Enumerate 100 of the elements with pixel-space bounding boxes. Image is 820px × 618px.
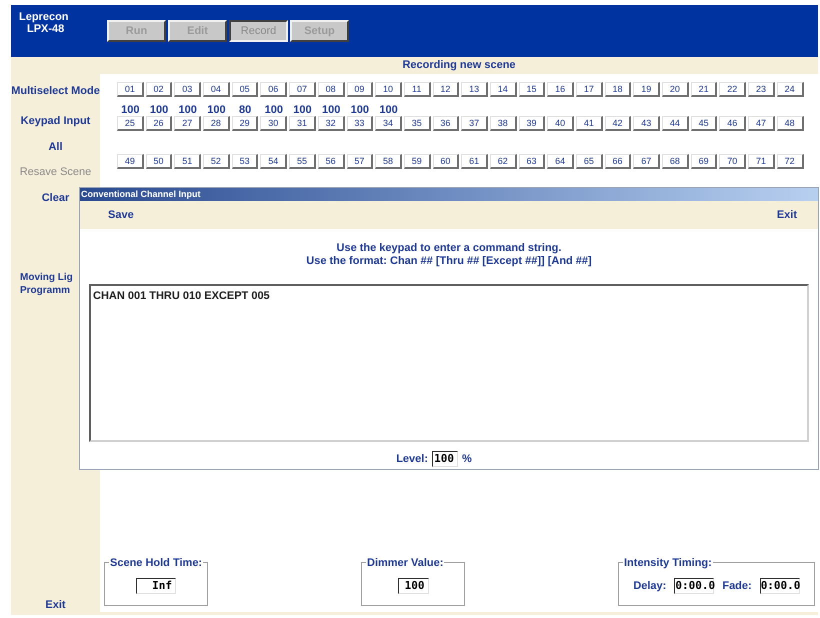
sidebar-item[interactable]: Clear xyxy=(42,192,70,205)
channel-button[interactable]: 63 xyxy=(518,154,546,169)
channel-button[interactable]: 01 xyxy=(117,82,144,97)
channel-button[interactable]: 25 xyxy=(117,116,144,131)
channel-button[interactable]: 32 xyxy=(318,116,344,131)
channel-button[interactable]: 33 xyxy=(346,116,374,131)
channel-button[interactable]: 29 xyxy=(232,116,258,131)
channel-button[interactable]: 28 xyxy=(203,116,230,131)
channel-button[interactable]: 42 xyxy=(604,116,632,131)
sidebar-item[interactable]: All xyxy=(48,141,63,154)
channel-button[interactable]: 06 xyxy=(260,82,288,97)
channel-button[interactable]: 24 xyxy=(776,82,804,97)
channel-level: 100 xyxy=(207,104,226,116)
channel-button[interactable]: 55 xyxy=(289,154,316,169)
channel-button[interactable]: 66 xyxy=(604,154,632,169)
channel-button[interactable]: 17 xyxy=(576,82,603,97)
channel-button[interactable]: 59 xyxy=(404,154,431,169)
channel-button[interactable]: 64 xyxy=(547,154,574,169)
channel-button[interactable]: 34 xyxy=(375,116,402,131)
channel-button[interactable]: 58 xyxy=(375,154,402,169)
channel-button[interactable]: 41 xyxy=(576,116,603,131)
channel-button[interactable]: 21 xyxy=(690,82,718,97)
channel-button[interactable]: 60 xyxy=(432,154,460,169)
channel-button[interactable]: 38 xyxy=(490,116,517,131)
channel-button[interactable]: 16 xyxy=(547,82,574,97)
channel-button[interactable]: 30 xyxy=(260,116,288,131)
channel-button[interactable]: 19 xyxy=(633,82,660,97)
channel-button[interactable]: 23 xyxy=(748,82,775,97)
channel-button[interactable]: 13 xyxy=(461,82,488,97)
channel-level: 100 xyxy=(322,104,340,116)
channel-button[interactable]: 39 xyxy=(518,116,546,131)
channel-button[interactable]: 57 xyxy=(346,154,374,169)
channel-button[interactable]: 56 xyxy=(318,154,344,169)
channel-button[interactable]: 65 xyxy=(576,154,603,169)
channel-button[interactable]: 45 xyxy=(690,116,718,131)
save-button[interactable]: Save xyxy=(108,206,134,224)
channel-button[interactable]: 37 xyxy=(461,116,488,131)
channel-button[interactable]: 03 xyxy=(174,82,202,97)
channel-button[interactable]: 35 xyxy=(404,116,431,131)
channel-button[interactable]: 11 xyxy=(404,82,431,97)
channel-button[interactable]: 61 xyxy=(461,154,488,169)
group-label: Intensity Timing: xyxy=(623,555,713,572)
channel-button[interactable]: 48 xyxy=(776,116,804,131)
channel-level: 80 xyxy=(238,104,252,116)
exit-button[interactable]: Exit xyxy=(45,596,66,613)
channel-button[interactable]: 07 xyxy=(289,82,316,97)
input-field[interactable]: Inf xyxy=(136,578,176,594)
sidebar-item[interactable]: Keypad Input xyxy=(20,115,90,128)
channel-button[interactable]: 44 xyxy=(662,116,689,131)
dialog-title: Conventional Channel Input xyxy=(81,188,200,201)
channel-button[interactable]: 04 xyxy=(203,82,230,97)
channel-button[interactable]: 40 xyxy=(547,116,574,131)
channel-button[interactable]: 69 xyxy=(690,154,718,169)
field-label: % xyxy=(462,452,472,467)
channel-button[interactable]: 08 xyxy=(318,82,344,97)
channel-button[interactable]: 02 xyxy=(146,82,172,97)
channel-button[interactable]: 12 xyxy=(432,82,460,97)
channel-level: 100 xyxy=(379,104,398,116)
channel-button[interactable]: 46 xyxy=(719,116,746,131)
channel-button[interactable]: 50 xyxy=(146,154,172,169)
channel-button[interactable]: 43 xyxy=(633,116,660,131)
channel-button[interactable]: 49 xyxy=(117,154,144,169)
channel-button[interactable]: 22 xyxy=(719,82,746,97)
channel-level: 100 xyxy=(150,104,168,116)
field-label: Level: xyxy=(396,452,428,467)
channel-button[interactable]: 52 xyxy=(203,154,230,169)
input-field[interactable]: 100 xyxy=(398,578,428,594)
channel-button[interactable]: 71 xyxy=(748,154,775,169)
channel-button[interactable]: 51 xyxy=(174,154,202,169)
input-field[interactable]: 100 xyxy=(432,451,458,468)
channel-button[interactable]: 67 xyxy=(633,154,660,169)
channel-button[interactable]: 14 xyxy=(490,82,517,97)
input-field[interactable]: 0:00.0 xyxy=(674,578,714,594)
channel-button[interactable]: 15 xyxy=(518,82,546,97)
instruction-text: Use the format: Chan ## [Thru ## [Except ##]] [And ##] xyxy=(306,255,592,268)
instruction-text: Use the keypad to enter a command string. xyxy=(336,242,562,255)
field-label: Fade: xyxy=(722,578,752,594)
input-field[interactable]: 0:00.0 xyxy=(760,578,800,594)
command-field[interactable]: CHAN 001 THRU 010 EXCEPT 005 xyxy=(89,284,809,442)
channel-button[interactable]: 10 xyxy=(375,82,402,97)
channel-button[interactable]: 36 xyxy=(432,116,460,131)
channel-button[interactable]: 72 xyxy=(776,154,804,169)
channel-button[interactable]: 18 xyxy=(604,82,632,97)
channel-button[interactable]: 53 xyxy=(232,154,258,169)
exit-button[interactable]: Exit xyxy=(776,206,797,224)
channel-button[interactable]: 47 xyxy=(748,116,775,131)
channel-button[interactable]: 20 xyxy=(662,82,689,97)
channel-button[interactable]: 31 xyxy=(289,116,316,131)
channel-button[interactable]: 62 xyxy=(490,154,517,169)
channel-button[interactable]: 54 xyxy=(260,154,288,169)
channel-button[interactable]: 09 xyxy=(346,82,374,97)
channel-button[interactable]: 68 xyxy=(662,154,689,169)
channel-level: 100 xyxy=(264,104,283,116)
channel-button[interactable]: 70 xyxy=(719,154,746,169)
channel-button[interactable]: 27 xyxy=(174,116,202,131)
sidebar-item[interactable]: Moving Lig Programm xyxy=(20,271,73,297)
channel-button[interactable]: 26 xyxy=(146,116,172,131)
channel-level: 100 xyxy=(121,104,140,116)
channel-button[interactable]: 05 xyxy=(232,82,258,97)
sidebar-item[interactable]: Multiselect Mode xyxy=(11,85,100,98)
